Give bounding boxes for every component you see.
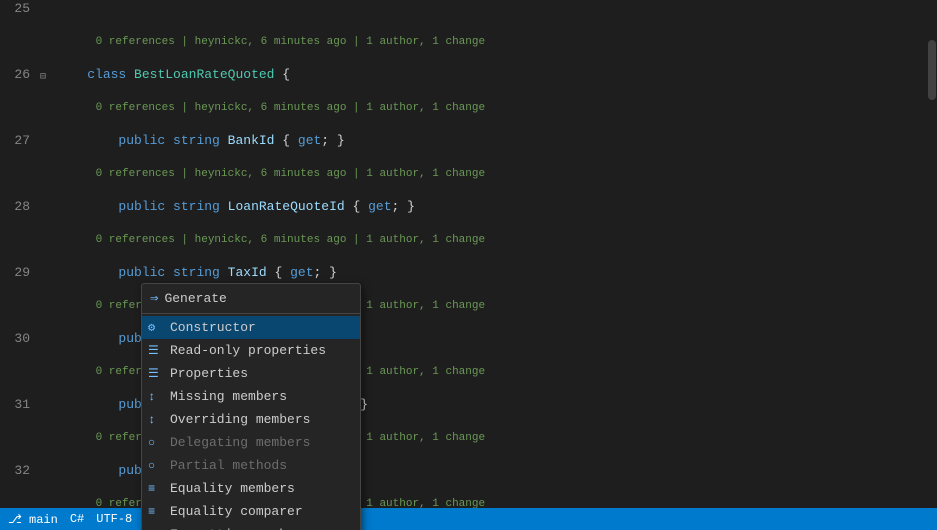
menu-item-missing-members[interactable]: ↕ Missing members <box>142 385 360 408</box>
menu-separator-top <box>142 313 360 314</box>
readonly-icon: ☰ <box>148 343 159 358</box>
menu-item-formatting-members[interactable]: ○ Formatting members <box>142 523 360 530</box>
menu-header-generate: ⇒ Generate <box>142 286 360 311</box>
line-num-29: 29 <box>0 264 38 282</box>
menu-item-readonly-label: Read-only properties <box>170 343 326 358</box>
code-line-29: 29 public string TaxId { get; } <box>0 264 937 282</box>
scrollbar-thumb[interactable] <box>928 40 936 100</box>
menu-item-properties[interactable]: ☰ Properties <box>142 362 360 385</box>
menu-item-partial-methods: ○ Partial methods <box>142 454 360 477</box>
line-content-29: public string TaxId { get; } <box>54 264 937 282</box>
menu-item-properties-label: Properties <box>170 366 248 381</box>
menu-item-partial-label: Partial methods <box>170 458 287 473</box>
code-line-28: 28 public string LoanRateQuoteId { get; … <box>0 198 937 216</box>
generate-arrow-icon: ⇒ <box>150 290 158 307</box>
menu-item-overriding-members[interactable]: ↕ Overriding members <box>142 408 360 431</box>
context-menu: ⇒ Generate ⚙ Constructor ☰ Read-only pro… <box>141 283 361 530</box>
menu-item-constructor[interactable]: ⚙ Constructor <box>142 316 360 339</box>
code-line-26: 26 ⊟ class BestLoanRateQuoted { <box>0 66 937 84</box>
menu-item-equality-comparer-label: Equality comparer <box>170 504 303 519</box>
line-num-32: 32 <box>0 462 38 480</box>
menu-header-label: Generate <box>164 291 226 306</box>
menu-item-missing-label: Missing members <box>170 389 287 404</box>
collapse-icon-26[interactable]: ⊟ <box>40 69 46 87</box>
hint-27: 0 references | heynickc, 6 minutes ago |… <box>0 150 937 198</box>
equality-comparer-icon: ≡ <box>148 505 155 519</box>
status-encoding: UTF-8 <box>96 512 132 526</box>
line-num-27: 27 <box>0 132 38 150</box>
menu-item-readonly-properties[interactable]: ☰ Read-only properties <box>142 339 360 362</box>
scrollbar-vertical[interactable] <box>927 0 937 508</box>
menu-item-equality-label: Equality members <box>170 481 295 496</box>
line-content-28: public string LoanRateQuoteId { get; } <box>54 198 937 216</box>
hint-28: 0 references | heynickc, 6 minutes ago |… <box>0 216 937 264</box>
overriding-icon: ↕ <box>148 413 155 427</box>
menu-item-delegating-label: Delegating members <box>170 435 310 450</box>
constructor-icon: ⚙ <box>148 320 155 335</box>
delegating-icon: ○ <box>148 436 155 450</box>
status-language: C# <box>70 512 84 526</box>
line-num-31: 31 <box>0 396 38 414</box>
hint-26: 0 references | heynickc, 6 minutes ago |… <box>0 84 937 132</box>
menu-item-equality-members[interactable]: ≡ Equality members <box>142 477 360 500</box>
properties-icon: ☰ <box>148 366 159 381</box>
line-num-30: 30 <box>0 330 38 348</box>
line-num-26: 26 <box>0 66 38 84</box>
menu-item-delegating-members: ○ Delegating members <box>142 431 360 454</box>
status-branch: ⎇ main <box>8 512 58 527</box>
line-num-25: 25 <box>0 0 38 18</box>
menu-item-overriding-label: Overriding members <box>170 412 310 427</box>
equality-icon: ≡ <box>148 482 155 496</box>
menu-item-equality-comparer[interactable]: ≡ Equality comparer <box>142 500 360 523</box>
line-num-28: 28 <box>0 198 38 216</box>
editor-container: 25 0 references | heynickc, 6 minutes ag… <box>0 0 937 530</box>
code-line-25: 25 <box>0 0 937 18</box>
missing-icon: ↕ <box>148 390 155 404</box>
code-line-27: 27 public string BankId { get; } <box>0 132 937 150</box>
partial-icon: ○ <box>148 459 155 473</box>
menu-item-constructor-label: Constructor <box>170 320 256 335</box>
line-content-26: class BestLoanRateQuoted { <box>54 66 937 84</box>
line-content-27: public string BankId { get; } <box>54 132 937 150</box>
hint-25: 0 references | heynickc, 6 minutes ago |… <box>0 18 937 66</box>
